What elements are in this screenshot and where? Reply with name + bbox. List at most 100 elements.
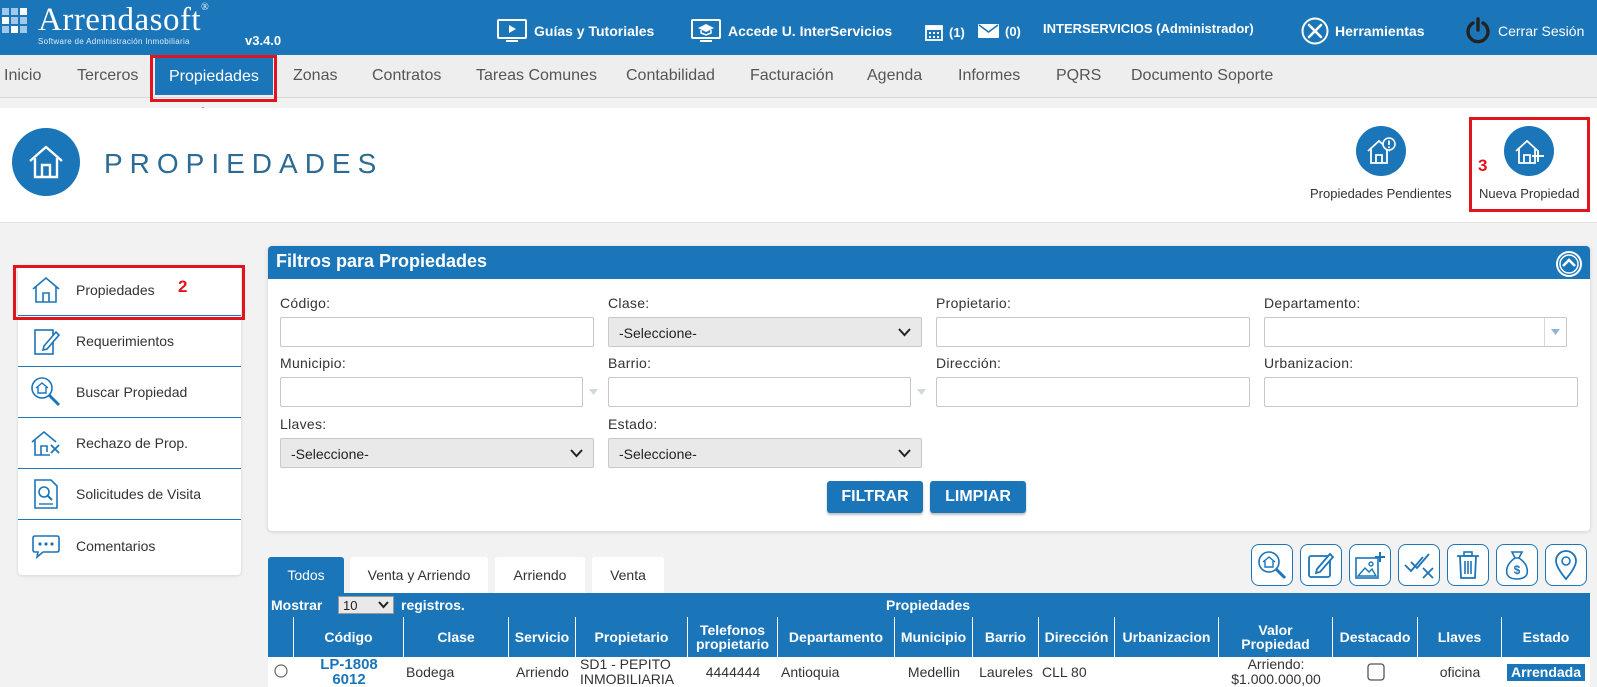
university-link[interactable]: Accede U. InterServicios xyxy=(690,18,892,44)
check-cross-icon xyxy=(1404,553,1434,579)
nav-item-pqrs[interactable]: PQRS xyxy=(1056,67,1101,85)
row-destacado-checkbox[interactable] xyxy=(1333,657,1418,687)
highlight-box-nav xyxy=(150,55,277,102)
filters-title: Filtros para Propiedades xyxy=(276,251,488,271)
nav-item-facturacion[interactable]: Facturación xyxy=(750,67,834,85)
column-telefonos[interactable]: Telefonos propietario xyxy=(688,617,778,657)
annotation-number-2: 2 xyxy=(178,277,188,296)
clear-button[interactable]: LIMPIAR xyxy=(930,481,1026,513)
estado-select[interactable]: -Seleccione- xyxy=(608,438,922,468)
sidebar-item-solicitudes-visita[interactable]: Solicitudes de Visita xyxy=(18,469,241,520)
column-urbanizacion[interactable]: Urbanizacion xyxy=(1115,617,1219,657)
logo-subtitle: Software de Administración Inmobiliaria xyxy=(38,37,190,46)
table-row: LP-18086012 Bodega Arriendo SD1 - PEPITO… xyxy=(268,657,1590,687)
clase-label: Clase: xyxy=(608,295,650,311)
column-codigo[interactable]: Código xyxy=(294,617,404,657)
municipio-combobox[interactable] xyxy=(280,377,598,407)
filter-button[interactable]: FILTRAR xyxy=(827,481,923,513)
nav-item-zonas[interactable]: Zonas xyxy=(293,67,337,85)
nav-item-contratos[interactable]: Contratos xyxy=(372,67,441,85)
pending-properties-button[interactable]: Propiedades Pendientes xyxy=(1310,126,1452,201)
column-llaves[interactable]: Llaves xyxy=(1418,617,1502,657)
column-departamento[interactable]: Departamento xyxy=(778,617,895,657)
direccion-input[interactable] xyxy=(936,377,1250,407)
money-bag-button[interactable]: $ xyxy=(1496,544,1538,586)
departamento-label: Departamento: xyxy=(1264,295,1361,311)
row-urbanizacion xyxy=(1115,657,1219,687)
edit-icon xyxy=(1308,552,1335,578)
llaves-select[interactable]: -Seleccione- xyxy=(280,438,594,468)
codigo-label: Código: xyxy=(280,295,331,311)
nav-item-inicio[interactable]: Inicio xyxy=(4,67,41,85)
approve-reject-button[interactable] xyxy=(1398,544,1440,586)
combo-arrow-button[interactable] xyxy=(1544,318,1566,346)
house-reject-icon xyxy=(30,427,62,459)
guides-link[interactable]: Guías y Tutoriales xyxy=(496,18,654,44)
comment-icon xyxy=(30,530,62,562)
column-barrio[interactable]: Barrio xyxy=(973,617,1039,657)
nav-item-tareas-comunes[interactable]: Tareas Comunes xyxy=(476,67,597,85)
map-pin-icon xyxy=(1555,550,1577,581)
search-property-button[interactable] xyxy=(1251,544,1293,586)
collapse-button[interactable] xyxy=(1556,251,1582,277)
tab-venta[interactable]: Venta xyxy=(592,557,664,593)
sidebar-item-buscar-propiedad[interactable]: Buscar Propiedad xyxy=(18,367,241,418)
nav-item-documento-soporte[interactable]: Documento Soporte xyxy=(1131,67,1273,85)
search-house-icon xyxy=(30,376,62,408)
page-size-select[interactable]: 10 xyxy=(338,596,394,614)
barrio-combobox[interactable] xyxy=(608,377,926,407)
edit-property-button[interactable] xyxy=(1300,544,1342,586)
current-user[interactable]: INTERSERVICIOS (Administrador) xyxy=(1043,21,1254,36)
chevron-down-icon xyxy=(570,449,583,458)
estado-label: Estado: xyxy=(608,416,658,432)
nav-item-informes[interactable]: Informes xyxy=(958,67,1020,85)
row-direccion: CLL 80 xyxy=(1042,663,1087,680)
column-servicio[interactable]: Servicio xyxy=(509,617,576,657)
column-clase[interactable]: Clase xyxy=(404,617,509,657)
nav-item-agenda[interactable]: Agenda xyxy=(867,67,922,85)
app-version: v3.4.0 xyxy=(245,33,282,48)
combo-arrow-button[interactable] xyxy=(910,378,932,406)
tab-arriendo[interactable]: Arriendo xyxy=(495,557,585,593)
logout-button[interactable]: Cerrar Sesión xyxy=(1464,17,1584,45)
chevron-up-icon xyxy=(1558,253,1580,275)
tools-menu[interactable]: Herramientas xyxy=(1301,17,1425,45)
column-destacado[interactable]: Destacado xyxy=(1333,617,1418,657)
propietario-input[interactable] xyxy=(936,317,1250,347)
tools-icon xyxy=(1301,17,1329,45)
departamento-combobox[interactable] xyxy=(1264,317,1567,347)
column-direccion[interactable]: Dirección xyxy=(1039,617,1115,657)
mail-notifications[interactable]: (0) xyxy=(978,23,1021,39)
llaves-label: Llaves: xyxy=(280,416,327,432)
location-button[interactable] xyxy=(1545,544,1587,586)
nav-item-terceros[interactable]: Terceros xyxy=(77,67,138,85)
table-header: Código Clase Servicio Propietario Telefo… xyxy=(268,617,1590,657)
codigo-input[interactable] xyxy=(280,317,594,347)
filters-panel: Filtros para Propiedades Código: Clase: … xyxy=(268,246,1590,531)
logo-squares-icon xyxy=(2,8,36,42)
column-estado[interactable]: Estado xyxy=(1502,617,1590,657)
urbanizacion-input[interactable] xyxy=(1264,377,1578,407)
add-photo-button[interactable] xyxy=(1349,544,1391,586)
clase-select[interactable]: -Seleccione- xyxy=(608,317,922,347)
annotation-number-3: 3 xyxy=(1478,156,1488,175)
tab-todos[interactable]: Todos xyxy=(268,557,344,593)
trash-icon xyxy=(1457,551,1479,579)
combo-arrow-button[interactable] xyxy=(582,378,604,406)
calendar-notifications[interactable]: (1) xyxy=(925,23,965,41)
row-radio[interactable] xyxy=(268,657,294,687)
table-caption: Propiedades xyxy=(885,597,971,613)
column-propietario[interactable]: Propietario xyxy=(576,617,688,657)
tab-venta-arriendo[interactable]: Venta y Arriendo xyxy=(350,557,488,593)
sidebar-item-comentarios[interactable]: Comentarios xyxy=(18,520,241,571)
row-codigo-link[interactable]: LP-18086012 xyxy=(294,657,404,687)
column-valor[interactable]: Valor Propiedad xyxy=(1219,617,1333,657)
column-municipio[interactable]: Municipio xyxy=(895,617,973,657)
top-bar: Arrendasoft® Software de Administración … xyxy=(0,0,1597,55)
row-llaves: oficina xyxy=(1439,663,1481,680)
nav-item-contabilidad[interactable]: Contabilidad xyxy=(626,67,715,85)
sidebar-item-requerimientos[interactable]: Requerimientos xyxy=(18,316,241,367)
image-add-icon xyxy=(1355,552,1385,579)
delete-property-button[interactable] xyxy=(1447,544,1489,586)
sidebar-item-rechazo-prop[interactable]: Rechazo de Prop. xyxy=(18,418,241,469)
